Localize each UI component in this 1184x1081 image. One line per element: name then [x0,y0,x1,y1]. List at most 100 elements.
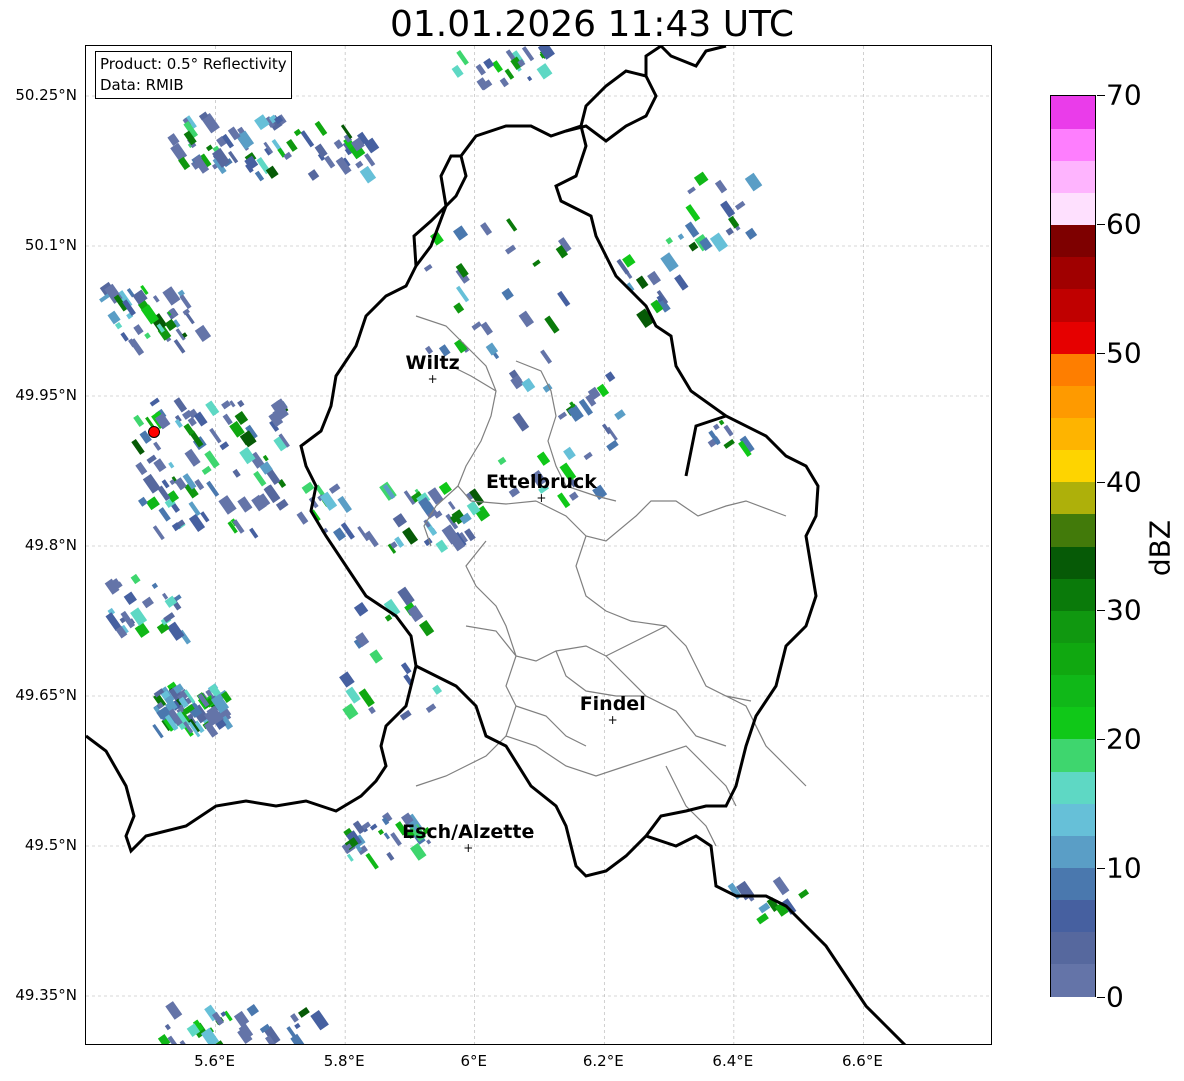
echo-pixel [158,507,171,522]
echo-pixel [423,263,433,272]
city-label: Wiltz [406,352,460,374]
echo-pixel [307,169,320,181]
echo-pixel [135,461,148,476]
colorbar [1050,95,1096,997]
echo-pixel [744,172,763,192]
echo-pixel [142,473,161,494]
echo-pixel [310,1010,329,1031]
echo-pixel [153,458,167,473]
colorbar-tick [1097,868,1105,870]
echo-pixel [218,495,237,515]
echo-pixel [480,321,493,336]
country-border-east [415,69,907,1044]
colorbar-segment [1051,353,1095,386]
echo-pixel [557,290,571,307]
radar-map[interactable]: + Wiltz + Ettelbruck + Findel + Esch/Alzette [85,45,992,1045]
echo-pixel [635,275,649,290]
echo-pixel [200,511,210,523]
echo-pixel [475,63,486,76]
colorbar-tick [1097,997,1105,998]
colorbar-tick-label: 20 [1106,722,1142,756]
echo-pixel [693,171,709,186]
colorbar-tick [1097,739,1105,741]
echo-pixel [324,155,336,169]
echo-pixel [392,513,407,528]
product-label: Product: 0.5° Reflectivity [100,55,287,73]
echo-pixel [383,832,391,840]
echo-pixel [713,423,720,431]
echo-pixel [129,338,145,356]
echo-pixel [518,310,535,328]
echo-pixel [447,500,456,511]
echo-pixel [152,525,165,541]
echo-pixel [194,324,212,343]
colorbar-tick-label: 70 [1106,78,1142,112]
echo-pixel [709,232,729,253]
colorbar-segment [1051,899,1095,933]
echo-pixel [174,418,183,429]
lat-tick-label: 49.95°N [15,386,77,404]
echo-pixel [168,461,175,469]
echo-pixel [364,153,376,167]
echo-pixel [665,237,674,245]
echo-pixel [685,204,701,222]
echo-pixel [532,259,541,267]
echo-pixel [221,400,231,410]
echo-pixel [384,614,393,622]
radar-site-marker[interactable] [148,426,161,438]
echo-pixel [204,450,220,469]
colorbar-segment [1051,256,1095,290]
echo-pixel [660,252,679,273]
colorbar-tick [1097,352,1105,354]
echo-pixel [720,200,736,218]
echo-pixel [141,596,154,609]
country-border [86,46,727,854]
echo-pixel [400,662,412,675]
echo-pixel [167,1035,181,1044]
echo-pixel [583,451,593,461]
lon-tick-label: 5.8°E [323,1052,365,1070]
colorbar-tick-label: 50 [1106,336,1142,370]
lat-tick-label: 50.1°N [24,236,77,254]
colorbar-tick [1097,95,1105,96]
echo-pixel [504,68,515,80]
echo-pixel [453,302,465,314]
lon-tick-label: 6°E [460,1052,487,1070]
echo-pixel [223,1010,233,1022]
echo-pixel [152,723,164,739]
echo-pixel [402,527,419,545]
echo-pixel [294,1022,301,1030]
colorbar-segment [1051,449,1095,483]
echo-pixel [206,144,213,152]
colorbar-segment [1051,385,1095,419]
echo-pixel [684,221,700,238]
echo-pixel [536,63,553,80]
echo-pixel [219,441,230,451]
echo-pixel [161,479,170,489]
echo-pixel [254,114,270,131]
echo-pixel [526,75,533,82]
echo-pixel [409,842,427,861]
colorbar-segment [1051,835,1095,869]
echo-pixel [123,591,137,605]
echo-pixel [165,1001,183,1020]
echo-pixel [337,495,352,513]
echo-pixel [162,286,181,306]
echo-pixel [521,46,535,62]
lat-tick-label: 50.25°N [15,86,77,104]
echo-pixel [173,339,186,354]
echo-pixel [286,138,298,152]
echo-pixel [151,582,159,589]
echo-pixel [432,684,443,695]
echo-pixel [734,200,746,211]
echo-pixel [144,332,151,340]
echo-pixel [499,77,509,88]
colorbar-segment [1051,642,1095,676]
echo-pixel [647,270,661,286]
lat-tick-label: 49.35°N [15,986,77,1004]
colorbar-segment [1051,803,1095,836]
echo-pixel [133,414,145,427]
colorbar-segment [1051,931,1095,965]
echo-pixel [359,165,377,184]
echo-pixel [501,287,514,301]
